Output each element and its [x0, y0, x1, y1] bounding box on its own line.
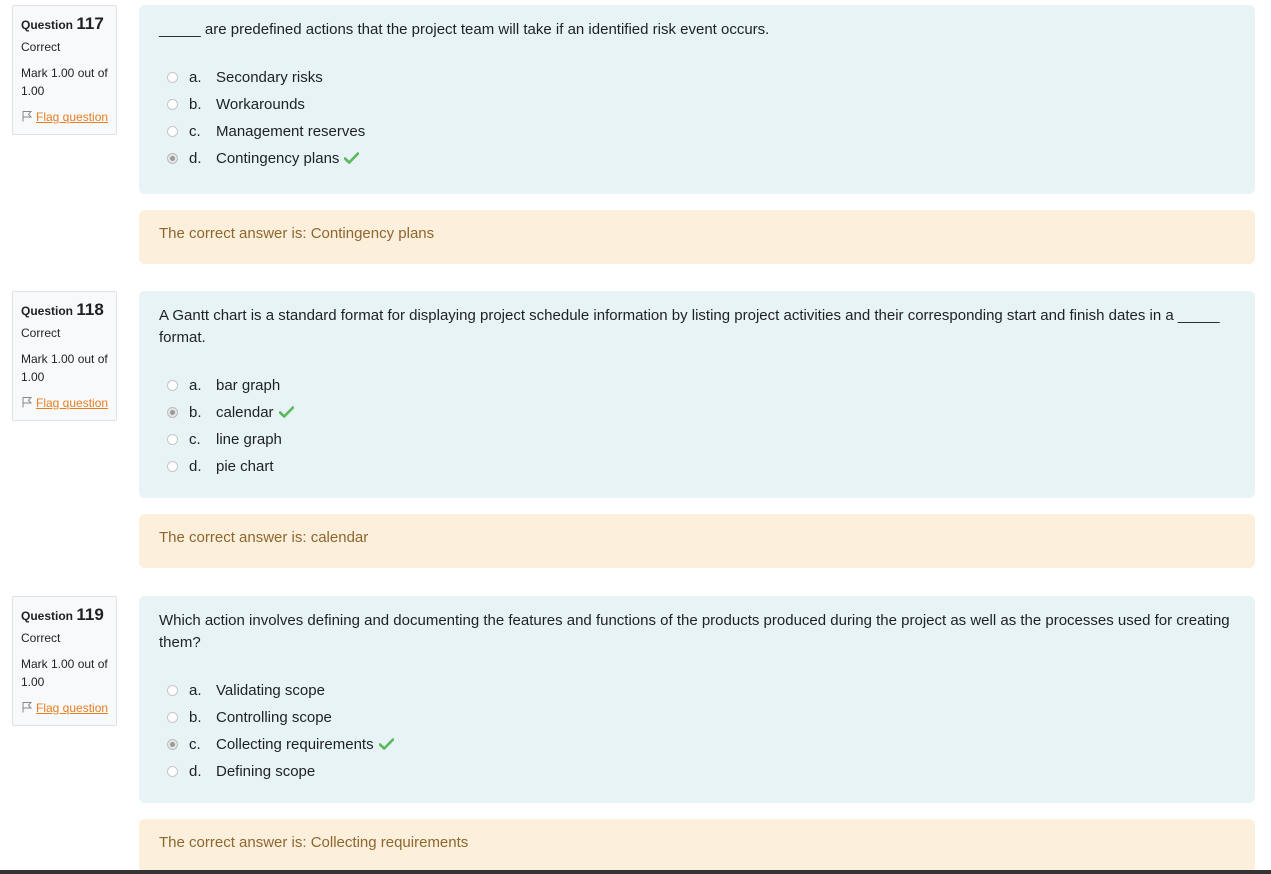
radio-button[interactable]: [167, 766, 178, 777]
radio-button-checked[interactable]: [167, 739, 178, 750]
answer-letter: b.: [189, 96, 202, 113]
answer-option[interactable]: c. line graph: [159, 430, 1235, 457]
answer-list: a. Validating scope b. Controlling scope c…: [159, 681, 1235, 789]
answer-text-wrap: calendar: [216, 403, 294, 423]
correct-answer-feedback: The correct answer is: calendar: [139, 514, 1255, 568]
answer-option[interactable]: d. Defining scope: [159, 762, 1235, 789]
answer-option[interactable]: a. Secondary risks: [159, 68, 1235, 95]
answer-text: Validating scope: [216, 682, 325, 699]
flag-question[interactable]: Flag question: [21, 108, 109, 126]
answer-letter: c.: [189, 431, 201, 448]
answer-letter: b.: [189, 404, 202, 421]
question-state: Correct: [21, 631, 61, 645]
answer-text: Management reserves: [216, 123, 366, 140]
answer-letter: a.: [189, 377, 202, 394]
answer-text: Controlling scope: [216, 709, 332, 726]
answer-letter: a.: [189, 69, 202, 86]
flag-question[interactable]: Flag question: [21, 394, 109, 412]
answer-option[interactable]: a. bar graph: [159, 376, 1235, 403]
question-number-value: 117: [76, 14, 104, 33]
question-grade: Mark 1.00 out of 1.00: [21, 657, 108, 689]
answer-letter: a.: [189, 682, 202, 699]
answer-option[interactable]: a. Validating scope: [159, 681, 1235, 708]
answer-letter: d.: [189, 763, 202, 780]
flag-question-link[interactable]: Flag question: [36, 701, 108, 715]
checkmark-icon: [378, 738, 394, 750]
answer-text: line graph: [216, 431, 282, 448]
radio-button[interactable]: [167, 380, 178, 391]
radio-button-checked[interactable]: [167, 407, 178, 418]
answer-option[interactable]: b. Workarounds: [159, 95, 1235, 122]
answer-list: a. bar graph b. calendar c. line graph d. pi…: [159, 376, 1235, 484]
question-formulation: _____ are predefined actions that the pr…: [139, 5, 1255, 194]
question-state: Correct: [21, 40, 61, 54]
answer-text: calendar: [216, 404, 274, 421]
answer-letter: c.: [189, 736, 201, 753]
question-info: Question 119 Correct Mark 1.00 out of 1.…: [12, 596, 117, 726]
bottom-bar: [0, 870, 1271, 874]
answer-letter: d.: [189, 150, 202, 167]
radio-button[interactable]: [167, 72, 178, 83]
question-number: Question 119: [21, 604, 109, 627]
quiz-review-page: Question 117 Correct Mark 1.00 out of 1.…: [0, 0, 1271, 874]
answer-text: Contingency plans: [216, 150, 340, 167]
question-info: Question 117 Correct Mark 1.00 out of 1.…: [12, 5, 117, 135]
answer-letter: b.: [189, 709, 202, 726]
radio-button[interactable]: [167, 712, 178, 723]
answer-text: Secondary risks: [216, 69, 323, 86]
question-number: Question 117: [21, 13, 109, 36]
question-label: Question: [21, 609, 74, 623]
question-text: Which action involves defining and docum…: [159, 612, 1230, 651]
radio-button[interactable]: [167, 685, 178, 696]
answer-option[interactable]: b. Controlling scope: [159, 708, 1235, 735]
answer-letter: d.: [189, 458, 202, 475]
radio-button[interactable]: [167, 99, 178, 110]
radio-button[interactable]: [167, 434, 178, 445]
flag-question[interactable]: Flag question: [21, 699, 109, 717]
question-text: _____ are predefined actions that the pr…: [159, 21, 770, 38]
checkmark-icon: [344, 152, 360, 164]
question-number-value: 118: [76, 300, 104, 319]
answer-text: Workarounds: [216, 96, 305, 113]
answer-text-wrap: Collecting requirements: [216, 735, 394, 755]
answer-letter: c.: [189, 123, 201, 140]
question-grade: Mark 1.00 out of 1.00: [21, 352, 108, 384]
correct-answer-feedback: The correct answer is: Contingency plans: [139, 210, 1255, 264]
answer-option-selected[interactable]: b. calendar: [159, 403, 1235, 430]
question-state: Correct: [21, 326, 61, 340]
answer-list: a. Secondary risks b. Workarounds c. Manage…: [159, 68, 1235, 176]
radio-button[interactable]: [167, 461, 178, 472]
flag-icon: [22, 702, 33, 713]
answer-option-selected[interactable]: d. Contingency plans: [159, 149, 1235, 176]
answer-option[interactable]: d. pie chart: [159, 457, 1235, 484]
answer-text: pie chart: [216, 458, 274, 475]
answer-text-wrap: Contingency plans: [216, 149, 360, 169]
correct-answer-feedback: The correct answer is: Collecting requir…: [139, 819, 1255, 873]
question-text: A Gantt chart is a standard format for d…: [159, 307, 1220, 346]
question-formulation: Which action involves defining and docum…: [139, 596, 1255, 803]
question-label: Question: [21, 18, 74, 32]
answer-text: bar graph: [216, 377, 281, 394]
question-number-value: 119: [76, 605, 104, 624]
flag-icon: [22, 111, 33, 122]
flag-question-link[interactable]: Flag question: [36, 110, 108, 124]
answer-option-selected[interactable]: c. Collecting requirements: [159, 735, 1235, 762]
question-number: Question 118: [21, 299, 109, 322]
answer-option[interactable]: c. Management reserves: [159, 122, 1235, 149]
flag-icon: [22, 397, 33, 408]
radio-button-checked[interactable]: [167, 153, 178, 164]
question-label: Question: [21, 304, 74, 318]
question-formulation: A Gantt chart is a standard format for d…: [139, 291, 1255, 498]
question-info: Question 118 Correct Mark 1.00 out of 1.…: [12, 291, 117, 421]
question-grade: Mark 1.00 out of 1.00: [21, 66, 108, 98]
checkmark-icon: [278, 406, 294, 418]
flag-question-link[interactable]: Flag question: [36, 396, 108, 410]
radio-button[interactable]: [167, 126, 178, 137]
answer-text: Collecting requirements: [216, 736, 374, 753]
answer-text: Defining scope: [216, 763, 316, 780]
